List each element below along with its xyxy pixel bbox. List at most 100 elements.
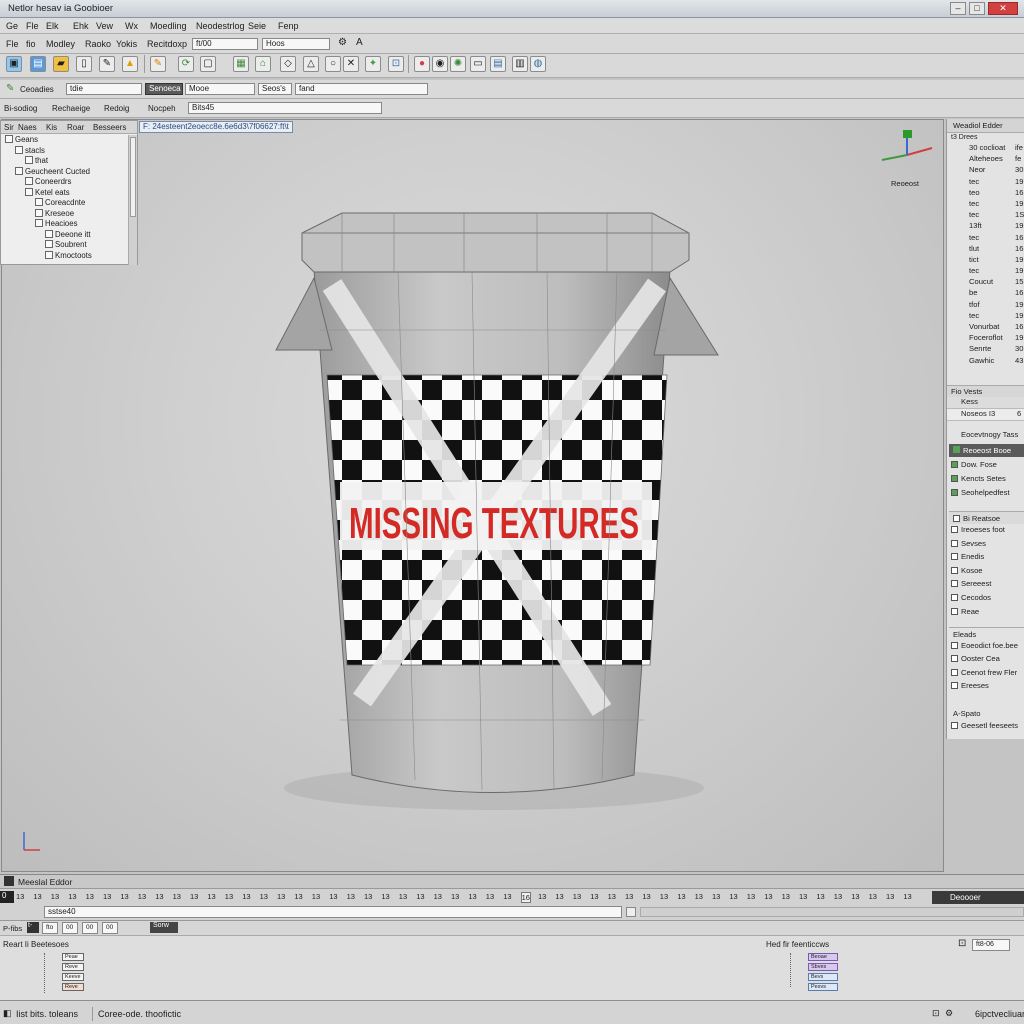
tab[interactable]: Nocpeh xyxy=(148,104,176,113)
menu-item[interactable]: Neodestrlog xyxy=(196,21,245,31)
property-row[interactable]: 13ft 19 xyxy=(949,221,1024,232)
checkbox[interactable] xyxy=(951,607,958,615)
timeline-tick[interactable]: 13 xyxy=(747,892,755,901)
timeline-tick[interactable]: 13 xyxy=(555,892,563,901)
property-row[interactable]: Gawhic 43 xyxy=(949,356,1024,367)
globe-icon[interactable]: ◍ xyxy=(530,56,546,72)
menu-item[interactable]: Ehk xyxy=(73,21,89,31)
property-row[interactable]: 30 coclioat ife xyxy=(949,143,1024,154)
menu-item[interactable]: Fle xyxy=(26,21,39,31)
list-item[interactable]: Ceenot frew Fler xyxy=(951,668,1024,681)
options-field[interactable]: Seos's xyxy=(258,83,292,95)
checkbox[interactable] xyxy=(951,682,958,690)
save-icon[interactable]: ▤ xyxy=(30,56,46,72)
timeline-tick[interactable]: 13 xyxy=(799,892,807,901)
timeline-tick[interactable]: 13 xyxy=(416,892,424,901)
checkbox-row[interactable]: Kencts Setes xyxy=(951,474,1024,488)
timeline-tick[interactable]: 13 xyxy=(816,892,824,901)
property-row[interactable]: tec 16 xyxy=(949,233,1024,244)
timeline-tick[interactable]: 13 xyxy=(608,892,616,901)
star-icon[interactable]: ✦ xyxy=(365,56,381,72)
checkbox[interactable] xyxy=(951,655,958,663)
menu-item[interactable]: Ge xyxy=(6,21,18,31)
lock-icon[interactable]: ⊡ xyxy=(932,1008,940,1019)
list-item[interactable]: Geesetl feeseets xyxy=(951,721,1024,735)
timeline-tick[interactable]: 13 xyxy=(16,892,24,901)
edit-icon[interactable]: ✎ xyxy=(99,56,115,72)
timeline-tick[interactable]: 13 xyxy=(642,892,650,901)
checkbox-row[interactable]: Seohelpedfest xyxy=(951,488,1024,502)
menu-item[interactable]: Elk xyxy=(46,21,59,31)
timeline-tick[interactable]: 13 xyxy=(886,892,894,901)
timeline-tick[interactable]: 13 xyxy=(538,892,546,901)
node[interactable]: Keeve xyxy=(62,973,84,981)
timeline-tick[interactable]: 13 xyxy=(312,892,320,901)
property-row[interactable]: tict 19 xyxy=(949,255,1024,266)
node-tool[interactable]: t- xyxy=(27,922,39,933)
outliner-row[interactable]: that xyxy=(5,156,127,167)
timeline-tick[interactable]: 13 xyxy=(242,892,250,901)
timeline-tick[interactable]: 13 xyxy=(173,892,181,901)
timeline-tick[interactable]: 13 xyxy=(347,892,355,901)
property-row[interactable]: Alteheoes fe xyxy=(949,154,1024,165)
section-header[interactable]: A-Spato xyxy=(953,709,1024,721)
timeline-tick[interactable]: 13 xyxy=(381,892,389,901)
node-zoom-field[interactable]: ft8-06 xyxy=(972,939,1010,951)
options-field[interactable]: tdie xyxy=(66,83,142,95)
property-row[interactable]: Foceroflot 19 xyxy=(949,333,1024,344)
timeline-tick[interactable]: 13 xyxy=(225,892,233,901)
text-tool-icon[interactable]: A xyxy=(356,37,363,48)
outliner-col[interactable]: Naes xyxy=(18,123,37,132)
refresh-icon[interactable]: ⟳ xyxy=(178,56,194,72)
timeline-tick[interactable]: 13 xyxy=(277,892,285,901)
outliner-row[interactable]: Geans xyxy=(5,135,127,146)
node-tool[interactable]: fto xyxy=(42,922,58,934)
options-button[interactable]: Senoeca xyxy=(145,83,183,95)
views-row[interactable]: Kess xyxy=(947,397,1024,409)
timeline-tick[interactable]: 13 xyxy=(834,892,842,901)
node[interactable]: Sbves xyxy=(808,963,838,971)
section-header[interactable]: Bi Reatsoe xyxy=(949,511,1024,524)
edit-icon[interactable]: ✎ xyxy=(6,83,14,94)
toolbar-item[interactable]: Raoko xyxy=(85,39,111,49)
crop-icon[interactable]: ▢ xyxy=(200,56,216,72)
timeline-tick[interactable]: 13 xyxy=(155,892,163,901)
outliner-row[interactable]: Deeone itt xyxy=(5,229,127,241)
panel-icon[interactable]: ▥ xyxy=(512,56,528,72)
maximize-button[interactable]: □ xyxy=(969,2,985,15)
checkbox-row[interactable]: Dow. Fose xyxy=(951,460,1024,474)
node-tool[interactable]: 00 xyxy=(62,922,78,934)
node[interactable]: Reve xyxy=(62,983,84,991)
timeline-tick[interactable]: 13 xyxy=(399,892,407,901)
timeline-tick[interactable]: 13 xyxy=(903,892,911,901)
node[interactable]: Pesvs xyxy=(808,983,838,991)
lock-icon[interactable]: ⊡ xyxy=(958,938,966,949)
property-row[interactable]: Neor 30 xyxy=(949,165,1024,176)
checkbox[interactable] xyxy=(951,553,958,561)
toolbar-item[interactable]: Modley xyxy=(46,39,75,49)
checkbox[interactable] xyxy=(951,539,958,547)
tab[interactable]: Bi-sodiog xyxy=(4,104,37,113)
outliner-row[interactable]: Geucheent Cucted xyxy=(5,166,127,178)
section-header[interactable]: Eocevtnogy Tass xyxy=(947,427,1024,441)
timeline-scrollbar[interactable] xyxy=(640,907,1024,917)
toolbar-item[interactable]: Recitdoxp xyxy=(147,39,187,49)
timeline-tick[interactable]: 13 xyxy=(138,892,146,901)
property-row[interactable]: tec 19 xyxy=(949,199,1024,210)
3d-viewport[interactable]: F: 24esteent2eoecc8e.6e6d3\7f06627:ft\t … xyxy=(1,119,944,872)
tab[interactable]: Redoig xyxy=(104,104,129,113)
checkbox[interactable] xyxy=(951,722,958,729)
grid-icon[interactable]: ▦ xyxy=(233,56,249,72)
timeline-tick[interactable]: 13 xyxy=(468,892,476,901)
bucket-model[interactable]: MISSING TEXTURES xyxy=(2,120,944,872)
node[interactable]: Peae xyxy=(62,953,84,961)
timeline-tick[interactable]: 13 xyxy=(451,892,459,901)
section-header[interactable]: Fio Vests xyxy=(947,385,1024,397)
selected-item[interactable]: Reoeost Booe xyxy=(949,444,1024,457)
frame-icon[interactable]: ▭ xyxy=(470,56,486,72)
menu-item[interactable]: Seie xyxy=(248,21,266,31)
outliner-row[interactable]: Kmoctoots xyxy=(5,250,127,262)
list-item[interactable]: Ereeses xyxy=(951,681,1024,694)
timeline-tick[interactable]: 13 xyxy=(851,892,859,901)
settings-icon[interactable]: ⚙ xyxy=(945,1008,953,1019)
